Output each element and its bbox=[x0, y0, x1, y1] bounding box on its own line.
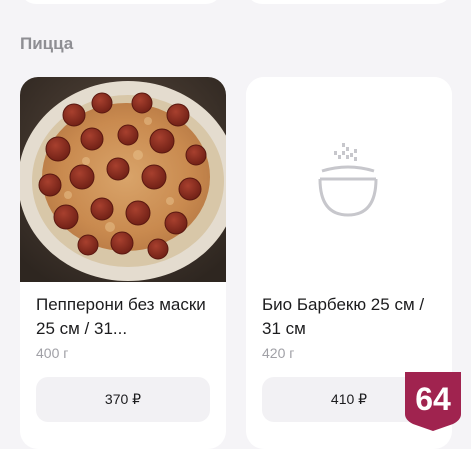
price-label: 370 ₽ bbox=[104, 391, 142, 407]
product-image-placeholder bbox=[246, 77, 452, 282]
product-photo bbox=[20, 77, 226, 282]
product-name: Био Барбекю 25 см / 31 см bbox=[262, 295, 425, 338]
product-name: Пепперони без маски 25 см / 31... bbox=[36, 295, 206, 338]
product-weight: 400 г bbox=[36, 345, 69, 361]
bowl-steam-icon bbox=[318, 143, 378, 217]
product-card-pepperoni[interactable]: Пепперони без маски 25 см / 31... 400 г … bbox=[20, 77, 226, 449]
badge-text: 64 bbox=[415, 381, 451, 417]
price-label: 410 ₽ bbox=[330, 391, 368, 407]
section-title: Пицца bbox=[20, 34, 74, 53]
add-to-cart-button[interactable]: 370 ₽ bbox=[36, 377, 210, 422]
site-logo-badge: 64 bbox=[405, 372, 461, 431]
product-weight: 420 г bbox=[262, 345, 295, 361]
previous-card-bottom bbox=[20, 0, 222, 4]
previous-card-bottom bbox=[246, 0, 452, 4]
